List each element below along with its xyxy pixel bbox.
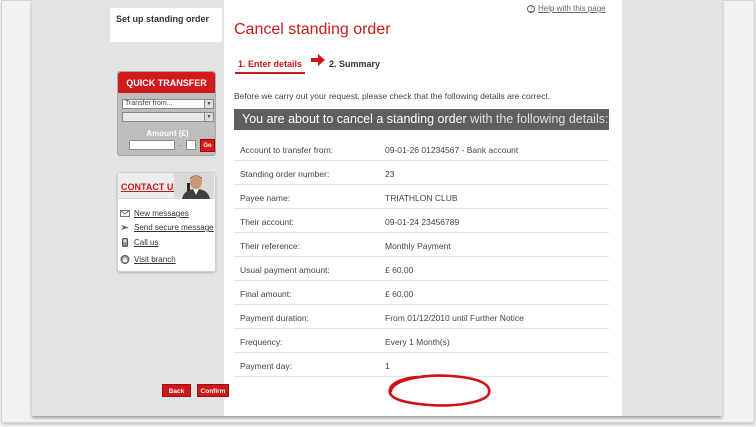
detail-label: Their account: xyxy=(240,217,294,227)
send-secure-message-link[interactable]: Send secure message xyxy=(120,222,214,233)
amount-pence-input[interactable] xyxy=(186,140,196,150)
avatar xyxy=(174,173,214,199)
detail-label: Payment duration: xyxy=(240,313,309,323)
back-button[interactable]: Back xyxy=(162,384,191,397)
detail-label: Account to transfer from: xyxy=(240,145,334,155)
intro-text: Before we carry out your request, please… xyxy=(234,91,551,101)
detail-label: Their reference: xyxy=(240,241,300,251)
detail-row: Payment duration: From 01/12/2010 until … xyxy=(234,305,609,329)
page-title: Cancel standing order xyxy=(234,21,391,38)
quick-transfer-title: QUICK TRANSFER xyxy=(118,72,215,93)
contact-us-title[interactable]: CONTACT US xyxy=(121,182,179,192)
detail-row: Payee name: TRIATHLON CLUB xyxy=(234,185,609,209)
quick-transfer-panel: QUICK TRANSFER Transfer from... ▼ ▼ Amou… xyxy=(117,71,216,156)
decimal-point: . xyxy=(179,139,182,148)
call-us-link[interactable]: Call us xyxy=(120,237,158,248)
transfer-from-value: Transfer from... xyxy=(125,100,173,107)
confirm-button[interactable]: Confirm xyxy=(197,384,229,397)
contact-us-header: CONTACT US xyxy=(118,173,215,199)
transfer-from-select[interactable]: Transfer from... ▼ xyxy=(122,99,214,109)
detail-label: Payment day: xyxy=(240,361,292,371)
detail-value: From 01/12/2010 until Further Notice xyxy=(385,313,524,323)
step-enter-details: 1. Enter details xyxy=(235,56,306,74)
main-content: ? Help with this page Cancel standing or… xyxy=(224,0,622,416)
details-table: Account to transfer from: 09-01-26 01234… xyxy=(234,137,609,377)
call-us-label: Call us xyxy=(134,238,159,247)
new-messages-link[interactable]: New messages xyxy=(120,208,189,219)
sidebar-item-set-up-standing-order[interactable]: Set up standing order xyxy=(110,8,222,42)
detail-value: £ 60.00 xyxy=(385,289,414,299)
detail-value: Monthly Payment xyxy=(385,241,451,251)
detail-row: Final amount: £ 60.00 xyxy=(234,281,609,305)
detail-value: 09-01-24 23456789 xyxy=(385,217,460,227)
send-message-icon xyxy=(121,225,129,230)
detail-value: 23 xyxy=(385,169,395,179)
go-button[interactable]: Go xyxy=(200,139,215,152)
sidebar: Set up standing order QUICK TRANSFER Tra… xyxy=(110,0,222,416)
detail-row: Standing order number: 23 xyxy=(234,161,609,185)
send-secure-message-label: Send secure message xyxy=(134,223,214,232)
branch-icon xyxy=(120,255,130,264)
chevron-down-icon: ▼ xyxy=(204,113,213,121)
detail-row: Frequency: Every 1 Month(s) xyxy=(234,329,609,353)
arrow-right-icon xyxy=(311,54,325,66)
detail-value: 1 xyxy=(385,361,390,371)
detail-value: Every 1 Month(s) xyxy=(385,337,450,347)
banner-strong: You are about to cancel a standing order xyxy=(242,112,467,126)
detail-label: Final amount: xyxy=(240,289,292,299)
transfer-to-select[interactable]: ▼ xyxy=(122,112,214,122)
detail-value: TRIATHLON CLUB xyxy=(385,193,458,203)
phone-icon xyxy=(122,238,128,247)
amount-label: Amount (£) xyxy=(146,129,189,138)
new-messages-label: New messages xyxy=(134,209,189,218)
detail-value: 09-01-26 01234567 - Bank account xyxy=(385,145,519,155)
amount-pounds-input[interactable] xyxy=(129,140,175,150)
banner-rest: with the following details: xyxy=(466,112,609,126)
detail-row: Usual payment amount: £ 60.00 xyxy=(234,257,609,281)
detail-row: Their reference: Monthly Payment xyxy=(234,233,609,257)
detail-row: Account to transfer from: 09-01-26 01234… xyxy=(234,137,609,161)
visit-branch-link[interactable]: Visit branch xyxy=(120,254,176,265)
sidebar-item-label: Set up standing order xyxy=(116,14,210,24)
confirmation-banner: You are about to cancel a standing order… xyxy=(234,109,609,130)
visit-branch-label: Visit branch xyxy=(134,255,176,264)
detail-label: Payee name: xyxy=(240,193,291,203)
chevron-down-icon: ▼ xyxy=(204,100,213,108)
detail-label: Standing order number: xyxy=(240,169,330,179)
help-icon: ? xyxy=(527,5,535,13)
detail-row: Their account: 09-01-24 23456789 xyxy=(234,209,609,233)
annotation-circle xyxy=(388,374,491,407)
detail-value: £ 60.00 xyxy=(385,265,414,275)
help-link-label: Help with this page xyxy=(538,4,606,13)
detail-label: Usual payment amount: xyxy=(240,265,330,275)
detail-label: Frequency: xyxy=(240,337,283,347)
contact-us-panel: CONTACT US New messages Send secure mess… xyxy=(117,172,216,272)
step-summary: 2. Summary xyxy=(329,59,381,69)
envelope-icon xyxy=(120,210,130,217)
help-link[interactable]: ? Help with this page xyxy=(527,4,606,14)
